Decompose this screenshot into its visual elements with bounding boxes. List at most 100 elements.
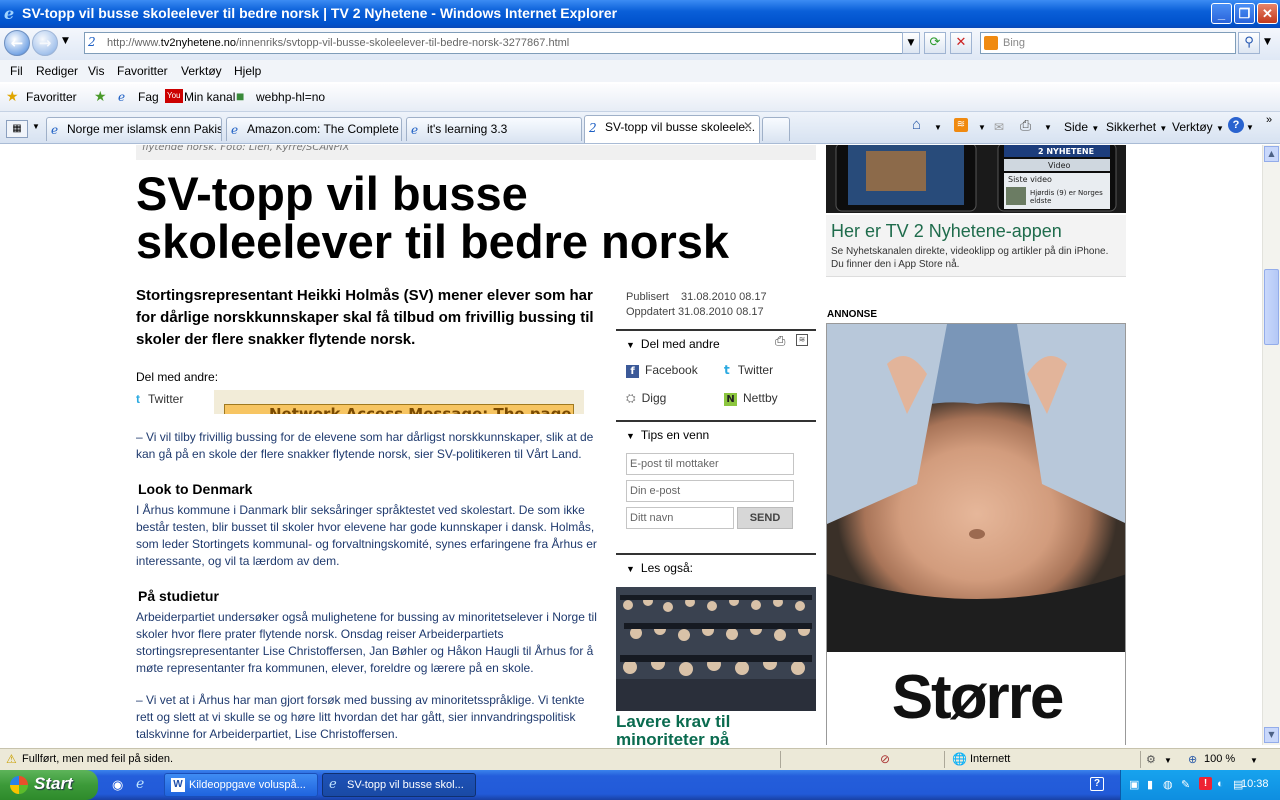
zoom-level[interactable]: 100 %: [1204, 753, 1235, 765]
tab-its-learning[interactable]: e it's learning 3.3: [406, 117, 582, 141]
ad-photo: [827, 324, 1125, 652]
fav-fag[interactable]: Fag: [138, 90, 159, 104]
protected-mode-dropdown[interactable]: ▼: [1164, 756, 1172, 765]
tray-tools-icon[interactable]: ✎: [1181, 778, 1190, 791]
home-icon[interactable]: ⌂: [912, 116, 921, 133]
tips-section-header[interactable]: ▼ Tips en venn: [616, 420, 816, 446]
scroll-down-arrow-icon[interactable]: ▼: [1264, 727, 1279, 743]
article-twitter-link[interactable]: t Twitter: [136, 392, 183, 406]
search-placeholder: Bing: [1003, 37, 1026, 49]
popup-blocker-icon[interactable]: ⊘: [880, 752, 890, 766]
back-button[interactable]: ←: [4, 30, 30, 56]
published-label: Publisert: [626, 291, 669, 303]
help-dropdown[interactable]: ▼: [1246, 123, 1254, 132]
clock[interactable]: 10:38: [1241, 778, 1269, 790]
search-input[interactable]: Bing: [980, 32, 1236, 54]
vertical-scrollbar[interactable]: ▲ ▼: [1262, 145, 1280, 745]
close-window-button[interactable]: ✕: [1257, 3, 1278, 24]
print-icon[interactable]: ⎙: [1020, 117, 1031, 134]
tab-norge-islamsk[interactable]: e Norge mer islamsk enn Pakist...: [46, 117, 222, 141]
tray-volume-icon[interactable]: ◐: [1217, 778, 1224, 790]
quicklaunch-media-icon[interactable]: ◉: [112, 777, 123, 793]
menu-verktoy[interactable]: Verktøy: [181, 64, 222, 78]
search-options-dropdown[interactable]: ▼: [1264, 37, 1271, 47]
tray-battery-icon[interactable]: ▮: [1147, 778, 1153, 791]
stop-icon[interactable]: ✕: [950, 32, 972, 54]
share-section-header[interactable]: ▼ Del med andre: [616, 329, 816, 355]
print-article-icon[interactable]: ⎙: [775, 334, 785, 349]
twitter-share-link[interactable]: t Twitter: [724, 363, 773, 377]
taskbar-item-ie[interactable]: e SV-topp vil busse skol...: [322, 773, 476, 797]
name-input[interactable]: Ditt navn: [626, 507, 734, 529]
menu-hjelp[interactable]: Hjelp: [234, 64, 261, 78]
feeds-dropdown[interactable]: ▼: [978, 123, 986, 132]
paragraph-2: I Århus kommune i Danmark blir seksåring…: [136, 503, 597, 568]
more-commands-icon[interactable]: »: [1266, 114, 1272, 126]
bing-icon: [984, 36, 998, 50]
recent-pages-dropdown[interactable]: ▼: [62, 36, 69, 46]
menu-favoritter[interactable]: Favoritter: [117, 64, 168, 78]
help-tray-icon[interactable]: ?: [1090, 777, 1104, 791]
advertisement[interactable]: Større: [826, 323, 1126, 745]
tab-row: ▦ ▼ e Norge mer islamsk enn Pakist... e Am…: [0, 112, 1280, 144]
photo-caption: flytende norsk. Foto: Lien, Kyrre/SCANPI…: [136, 145, 816, 160]
zoom-dropdown[interactable]: ▼: [1250, 756, 1258, 765]
nettby-link[interactable]: N Nettby: [724, 391, 778, 406]
new-tab-button[interactable]: [762, 117, 790, 141]
menu-vis[interactable]: Vis: [88, 64, 104, 78]
maximize-button[interactable]: ❐: [1234, 3, 1255, 24]
taskbar-item-word[interactable]: W Kildeoppgave voluspå...: [164, 773, 318, 797]
app-promo-box[interactable]: Her er TV 2 Nyhetene-appen Se Nyhetskana…: [826, 215, 1126, 277]
ie-tab-icon: e: [51, 123, 59, 137]
menu-fil[interactable]: Fil: [10, 64, 23, 78]
verktoy-menu[interactable]: Verktøy ▼: [1172, 120, 1224, 134]
tab-list-dropdown[interactable]: ▼: [32, 122, 40, 131]
zoom-icon[interactable]: ⊕: [1188, 753, 1197, 766]
search-icon[interactable]: ⚲: [1238, 32, 1260, 54]
tray-network-icon[interactable]: ▣: [1129, 778, 1139, 791]
tab-sv-topp[interactable]: 2 SV-topp vil busse skoleele... ✕: [584, 115, 760, 143]
les-ogsa-link[interactable]: Lavere krav til minoriteter på: [616, 713, 816, 746]
recipient-email-input[interactable]: E-post til mottaker: [626, 453, 794, 475]
scroll-up-arrow-icon[interactable]: ▲: [1264, 146, 1279, 162]
app-promo-title[interactable]: Her er TV 2 Nyhetene-appen: [831, 221, 1062, 242]
scroll-thumb[interactable]: [1264, 269, 1279, 345]
help-icon[interactable]: ?: [1228, 117, 1244, 133]
refresh-icon[interactable]: ⟳: [924, 32, 946, 54]
les-ogsa-photo[interactable]: [616, 587, 816, 711]
feeds-icon[interactable]: ≋: [954, 118, 968, 132]
rss-icon[interactable]: ≋: [796, 334, 808, 346]
address-dropdown[interactable]: ▼: [902, 32, 920, 54]
close-tab-icon[interactable]: ✕: [743, 119, 753, 133]
minimize-button[interactable]: _: [1211, 3, 1232, 24]
protected-mode-icon[interactable]: ⚙: [1146, 753, 1156, 766]
tray-monitor-icon[interactable]: ▤: [1233, 778, 1243, 791]
quick-tabs-icon[interactable]: ▦: [6, 120, 28, 138]
forward-button[interactable]: →: [32, 30, 58, 56]
sender-email-input[interactable]: Din e-post: [626, 480, 794, 502]
tab-amazon[interactable]: e Amazon.com: The Complete ...: [226, 117, 402, 141]
app-promo-image[interactable]: 2 NYHETENE Video Siste video Hjørdis (9)…: [826, 145, 1126, 213]
mail-icon[interactable]: ✉: [994, 120, 1004, 134]
digg-label: Digg: [641, 391, 667, 405]
favorites-button[interactable]: Favoritter: [26, 90, 77, 104]
menu-rediger[interactable]: Rediger: [36, 64, 78, 78]
digg-link[interactable]: ⛭ Digg: [626, 391, 666, 406]
tray-antivirus-icon[interactable]: ◍: [1163, 778, 1173, 791]
sikkerhet-menu[interactable]: Sikkerhet ▼: [1106, 120, 1167, 134]
tray-alert-icon[interactable]: !: [1199, 777, 1212, 790]
address-bar[interactable]: http://www.tv2nyhetene.no/innenriks/svto…: [84, 32, 920, 54]
add-favorite-icon[interactable]: ★: [94, 88, 107, 105]
print-dropdown[interactable]: ▼: [1044, 123, 1052, 132]
fav-webhp[interactable]: webhp-hl=no: [256, 90, 325, 104]
google-icon: ■: [236, 88, 245, 104]
ie-tab-icon: e: [231, 123, 239, 137]
fav-min-kanal[interactable]: Min kanal: [184, 90, 235, 104]
facebook-link[interactable]: f Facebook: [626, 363, 698, 378]
home-dropdown[interactable]: ▼: [934, 123, 942, 132]
send-button[interactable]: SEND: [737, 507, 793, 529]
quicklaunch-ie-icon[interactable]: e: [136, 776, 144, 792]
side-menu[interactable]: Side ▼: [1064, 120, 1099, 134]
les-ogsa-header[interactable]: ▼ Les også:: [616, 553, 816, 579]
warning-icon[interactable]: ⚠: [6, 752, 17, 766]
